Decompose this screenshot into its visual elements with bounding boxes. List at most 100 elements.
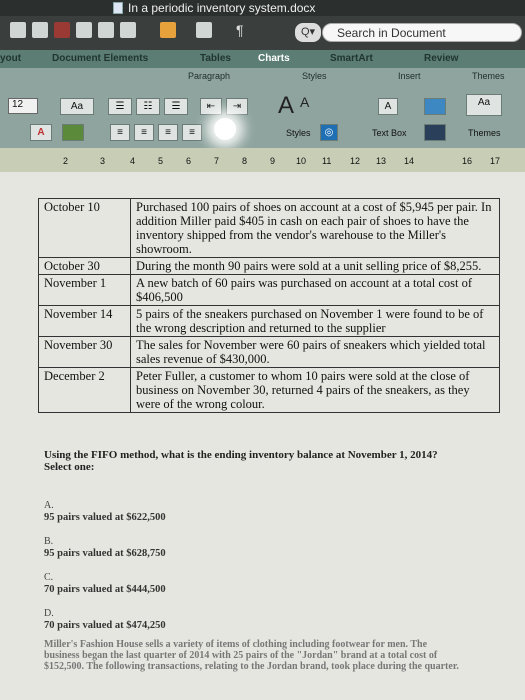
- option-a-text[interactable]: 95 pairs valued at $622,500: [44, 512, 166, 523]
- print-icon[interactable]: [32, 22, 48, 38]
- highlight-color-button[interactable]: [62, 124, 84, 141]
- bullets-button[interactable]: ☰: [108, 98, 132, 115]
- document-icon: [113, 2, 123, 14]
- ruler-number: 3: [100, 156, 106, 166]
- document-page[interactable]: October 10 Purchased 100 pairs of shoes o…: [0, 172, 525, 700]
- transaction-date: November 30: [38, 336, 131, 368]
- grow-font-icon[interactable]: A: [300, 94, 309, 110]
- context-paragraph: Miller's Fashion House sells a variety o…: [44, 639, 459, 672]
- shape-icon[interactable]: [424, 98, 446, 115]
- ruler[interactable]: 2 3 4 5 6 7 8 9 10 11 12 13 14 16 17: [0, 148, 525, 172]
- cut-icon[interactable]: [54, 22, 70, 38]
- question-text: Using the FIFO method, what is the endin…: [44, 449, 464, 473]
- option-d-letter[interactable]: D.: [44, 608, 54, 619]
- search-icon[interactable]: Q▾: [295, 23, 321, 42]
- multilevel-list-button[interactable]: ☰: [164, 98, 188, 115]
- ribbon: Paragraph Styles Insert Themes 12 Aa ☰ ☷…: [0, 68, 525, 148]
- themes-button[interactable]: Themes: [468, 128, 501, 138]
- transaction-row: November 1A new batch of 60 pairs was pu…: [38, 274, 500, 306]
- option-a-letter[interactable]: A.: [44, 500, 54, 511]
- ruler-number: 4: [130, 156, 136, 166]
- ruler-number: 6: [186, 156, 192, 166]
- transaction-row: November 30 The sales for November were 6…: [38, 336, 500, 368]
- transaction-description: During the month 90 pairs were sold at a…: [130, 257, 500, 275]
- window-title: In a periodic inventory system.docx: [128, 1, 316, 15]
- justify-button[interactable]: ≡: [182, 124, 202, 141]
- themes-group-label: Themes: [472, 71, 505, 81]
- insert-group-label: Insert: [398, 71, 421, 81]
- option-b-text[interactable]: 95 pairs valued at $628,750: [44, 548, 166, 559]
- format-painter-icon[interactable]: [120, 22, 136, 38]
- ribbon-tabs: yout Document Elements Tables Charts Sma…: [0, 50, 525, 68]
- text-effects-icon[interactable]: A: [278, 92, 294, 120]
- ruler-number: 12: [350, 156, 361, 166]
- search-box[interactable]: Q▾ Search in Document: [295, 23, 522, 42]
- transaction-description: A new batch of 60 pairs was purchased on…: [130, 274, 500, 306]
- transaction-date: November 14: [38, 305, 131, 337]
- ruler-number: 17: [490, 156, 501, 166]
- toolbar: ¶ Q▾ Search in Document: [0, 16, 525, 50]
- styles-group-label: Styles: [302, 71, 327, 81]
- ruler-number: 9: [270, 156, 276, 166]
- paste-icon[interactable]: [98, 22, 114, 38]
- picture-icon[interactable]: [424, 124, 446, 141]
- tab-document-elements[interactable]: Document Elements: [52, 53, 148, 64]
- redo-icon[interactable]: [196, 22, 212, 38]
- transaction-date: October 30: [38, 257, 131, 275]
- question-prompt: Using the FIFO method, what is the endin…: [44, 449, 438, 461]
- transaction-row: December 2 Peter Fuller, a customer to wh…: [38, 367, 500, 413]
- ruler-number: 11: [322, 156, 332, 166]
- option-c-text[interactable]: 70 pairs valued at $444,500: [44, 584, 166, 595]
- numbering-button[interactable]: ☷: [136, 98, 160, 115]
- undo-icon[interactable]: [160, 22, 176, 38]
- textbox-icon[interactable]: A: [378, 98, 398, 115]
- pilcrow-icon[interactable]: ¶: [236, 22, 252, 38]
- increase-indent-button[interactable]: ⇥: [226, 98, 248, 115]
- ruler-number: 10: [296, 156, 307, 166]
- transaction-description: Purchased 100 pairs of shoes on account …: [130, 198, 500, 258]
- transaction-date: October 10: [38, 198, 131, 258]
- font-color-button[interactable]: A: [30, 124, 52, 141]
- save-icon[interactable]: [10, 22, 26, 38]
- ruler-number: 16: [462, 156, 473, 166]
- align-left-button[interactable]: ≡: [110, 124, 130, 141]
- align-center-button[interactable]: ≡: [134, 124, 154, 141]
- transaction-description: The sales for November were 60 pairs of …: [130, 336, 500, 368]
- copy-icon[interactable]: [76, 22, 92, 38]
- textbox-button[interactable]: Text Box: [372, 128, 407, 138]
- transaction-row: October 30 During the month 90 pairs were…: [38, 257, 500, 275]
- styles-button[interactable]: Styles: [286, 128, 311, 138]
- font-size-field[interactable]: 12: [8, 98, 38, 114]
- align-right-button[interactable]: ≡: [158, 124, 178, 141]
- paragraph-group-label: Paragraph: [188, 71, 231, 81]
- option-d-text[interactable]: 70 pairs valued at $474,250: [44, 620, 166, 631]
- ruler-number: 13: [376, 156, 387, 166]
- option-c-letter[interactable]: C.: [44, 572, 53, 583]
- ruler-number: 8: [242, 156, 248, 166]
- tab-charts[interactable]: Charts: [258, 53, 290, 64]
- transaction-date: December 2: [38, 367, 131, 413]
- decrease-indent-button[interactable]: ⇤: [200, 98, 222, 115]
- ruler-number: 14: [404, 156, 415, 166]
- ruler-number: 5: [158, 156, 164, 166]
- transaction-date: November 1: [38, 274, 131, 306]
- transaction-description: Peter Fuller, a customer to whom 10 pair…: [130, 367, 500, 413]
- tab-tables[interactable]: Tables: [200, 53, 231, 64]
- themes-preview[interactable]: Aa: [466, 94, 502, 116]
- tab-review[interactable]: Review: [424, 53, 458, 64]
- tab-layout[interactable]: yout: [0, 53, 21, 64]
- option-b-letter[interactable]: B.: [44, 536, 53, 547]
- transaction-row: November 14 5 pairs of the sneakers purch…: [38, 305, 500, 337]
- transaction-description: 5 pairs of the sneakers purchased on Nov…: [130, 305, 500, 337]
- title-bar: In a periodic inventory system.docx: [0, 0, 525, 16]
- search-input[interactable]: Search in Document: [337, 26, 446, 40]
- change-case-button[interactable]: Aa: [60, 98, 94, 115]
- tab-smartart[interactable]: SmartArt: [330, 53, 373, 64]
- transaction-row: October 10 Purchased 100 pairs of shoes o…: [38, 198, 500, 258]
- ruler-number: 7: [214, 156, 220, 166]
- screen-glare: [214, 118, 236, 140]
- select-one-label: Select one:: [44, 461, 95, 473]
- transactions-table: October 10 Purchased 100 pairs of shoes o…: [38, 198, 500, 413]
- ruler-number: 2: [63, 156, 69, 166]
- styles-pane-button[interactable]: ◎: [320, 124, 338, 141]
